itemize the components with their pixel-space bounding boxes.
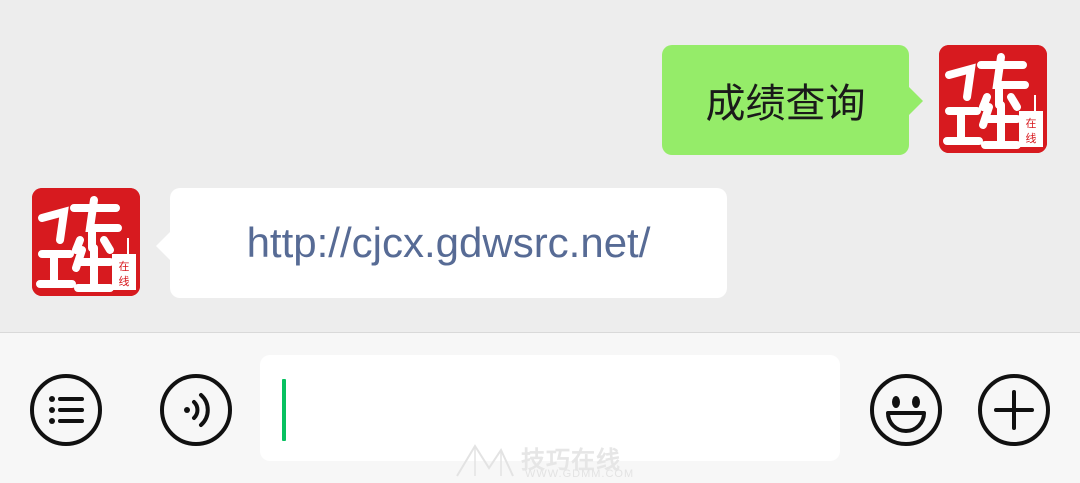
input-toolbar: 技巧在线 WWW.GDMM.COM xyxy=(0,332,1080,483)
watermark-logo-icon xyxy=(456,444,514,477)
plus-icon xyxy=(978,374,1050,446)
self-avatar[interactable]: 在 线 xyxy=(939,45,1047,153)
menu-icon xyxy=(30,374,102,446)
emoji-icon xyxy=(870,374,942,446)
text-caret xyxy=(282,379,286,441)
contact-avatar[interactable]: 在 线 xyxy=(32,188,140,296)
svg-text:线: 线 xyxy=(119,274,130,288)
outgoing-message-bubble[interactable]: 成绩查询 xyxy=(662,45,923,155)
incoming-link-text[interactable]: http://cjcx.gdwsrc.net/ xyxy=(247,219,651,267)
voice-icon xyxy=(160,374,232,446)
emoji-button[interactable] xyxy=(869,373,943,447)
svg-text:线: 线 xyxy=(1026,131,1037,145)
menu-button[interactable] xyxy=(29,373,103,447)
voice-button[interactable] xyxy=(159,373,233,447)
watermark: 技巧在线 WWW.GDMM.COM xyxy=(455,438,655,482)
incoming-message-bubble[interactable]: http://cjcx.gdwsrc.net/ xyxy=(156,188,727,298)
svg-text:在: 在 xyxy=(1026,117,1037,130)
chat-area: 成绩查询 在 线 在 线 http://cjcx.gdwsrc.net/ xyxy=(0,0,1080,332)
plus-button[interactable] xyxy=(977,373,1051,447)
outgoing-message-text: 成绩查询 xyxy=(705,82,866,126)
watermark-url: WWW.GDMM.COM xyxy=(525,468,635,480)
svg-text:在: 在 xyxy=(119,260,130,273)
